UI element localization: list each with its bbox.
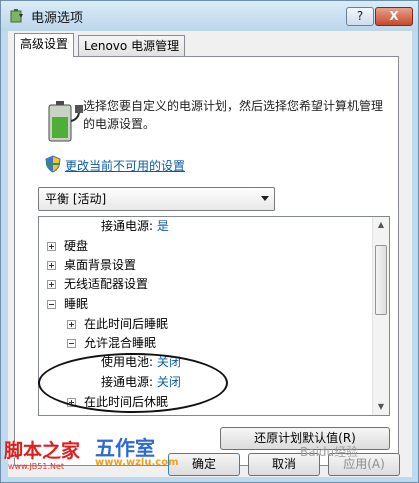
tree-row-desktop-background[interactable]: 桌面背景设置 (47, 256, 136, 274)
scroll-down-icon[interactable]: ▼ (373, 399, 389, 415)
collapse-icon[interactable] (47, 300, 56, 309)
change-unavailable-settings-link[interactable]: 更改当前不可用的设置 (65, 157, 185, 174)
tree-row-hard-disk[interactable]: 硬盘 (47, 237, 88, 255)
tab-advanced-settings[interactable]: 高级设置 (14, 33, 75, 57)
setting-value[interactable]: 关闭 (157, 375, 181, 389)
panel-description: 选择您要自定义的电源计划，然后选择您希望计算机管理的电源设置。 (83, 99, 384, 131)
ok-button[interactable]: 确定 (168, 453, 240, 476)
tree-row-label: 接通电源: (101, 219, 154, 233)
title-bar[interactable]: 电源选项 ? X (1, 1, 418, 31)
tree-row-hibernate-after[interactable]: 在此时间后休眠 (67, 393, 168, 411)
tree-row-wireless-adapter[interactable]: 无线适配器设置 (47, 275, 148, 293)
power-plan-select-value: 平衡 [活动] (45, 192, 107, 206)
tree-row-plugged-in-value[interactable]: 接通电源: 是 (101, 217, 169, 235)
baidu-watermark: Baidu经验 (300, 445, 359, 459)
tree-row-sleep-after[interactable]: 在此时间后睡眠 (67, 315, 168, 333)
power-options-window: 电源选项 ? X 高级设置 Lenovo 电源管理 选择您要自定义的电源计划，然… (0, 0, 419, 483)
jb51-watermark-url: www.JB51.Net (8, 462, 65, 471)
expand-icon[interactable] (47, 242, 56, 251)
tree-row-label: 在此时间后休眠 (84, 395, 169, 409)
tree-row-label: 允许混合睡眠 (84, 336, 157, 350)
scroll-thumb[interactable] (375, 245, 387, 315)
power-options-icon (10, 9, 23, 23)
tree-row-label: 接通电源: (101, 375, 154, 389)
tree-row-plugged-in[interactable]: 接通电源: 关闭 (101, 373, 181, 391)
tree-row-label: 无线适配器设置 (64, 277, 149, 291)
tree-row-sleep[interactable]: 睡眠 (47, 295, 88, 313)
window-title: 电源选项 (31, 11, 84, 26)
wzlu-watermark-url: www.wzlu.com (95, 457, 179, 468)
setting-value[interactable]: 关闭 (157, 355, 181, 369)
scroll-up-icon[interactable]: ▲ (373, 217, 389, 233)
expand-icon[interactable] (67, 398, 76, 407)
expand-icon[interactable] (47, 280, 56, 289)
expand-icon[interactable] (47, 261, 56, 270)
dialog-client-area: 高级设置 Lenovo 电源管理 选择您要自定义的电源计划，然后选择您希望计算机… (8, 31, 412, 477)
tree-row-label: 硬盘 (64, 239, 89, 253)
uac-shield-icon (45, 155, 61, 173)
advanced-settings-panel: 选择您要自定义的电源计划，然后选择您希望计算机管理的电源设置。 更改当前不可用的… (14, 56, 399, 466)
help-button[interactable]: ? (346, 7, 374, 26)
tree-row-allow-hybrid-sleep[interactable]: 允许混合睡眠 (67, 334, 156, 352)
battery-plug-icon (48, 101, 83, 142)
expand-icon[interactable] (67, 320, 76, 329)
tree-row-label: 使用电池: (101, 355, 154, 369)
close-button[interactable]: X (375, 7, 413, 26)
chevron-down-icon (261, 196, 269, 201)
tree-row-label: 桌面背景设置 (64, 258, 137, 272)
power-settings-tree[interactable]: 接通电源: 是 硬盘 桌面背景设置 无线适配器设置 睡眠 在此时间后睡眠 允许混… (38, 216, 390, 416)
collapse-icon[interactable] (67, 339, 76, 348)
tab-lenovo-power-management[interactable]: Lenovo 电源管理 (78, 35, 186, 56)
setting-value[interactable]: 是 (157, 219, 169, 233)
jb51-watermark: 脚本之家 (4, 440, 81, 462)
tree-row-on-battery[interactable]: 使用电池: 关闭 (101, 353, 181, 371)
tree-row-label: 在此时间后睡眠 (84, 317, 169, 331)
tree-scrollbar[interactable]: ▲ ▼ (372, 217, 389, 415)
power-plan-select[interactable]: 平衡 [活动] (38, 187, 275, 211)
tree-row-label: 睡眠 (64, 297, 89, 311)
